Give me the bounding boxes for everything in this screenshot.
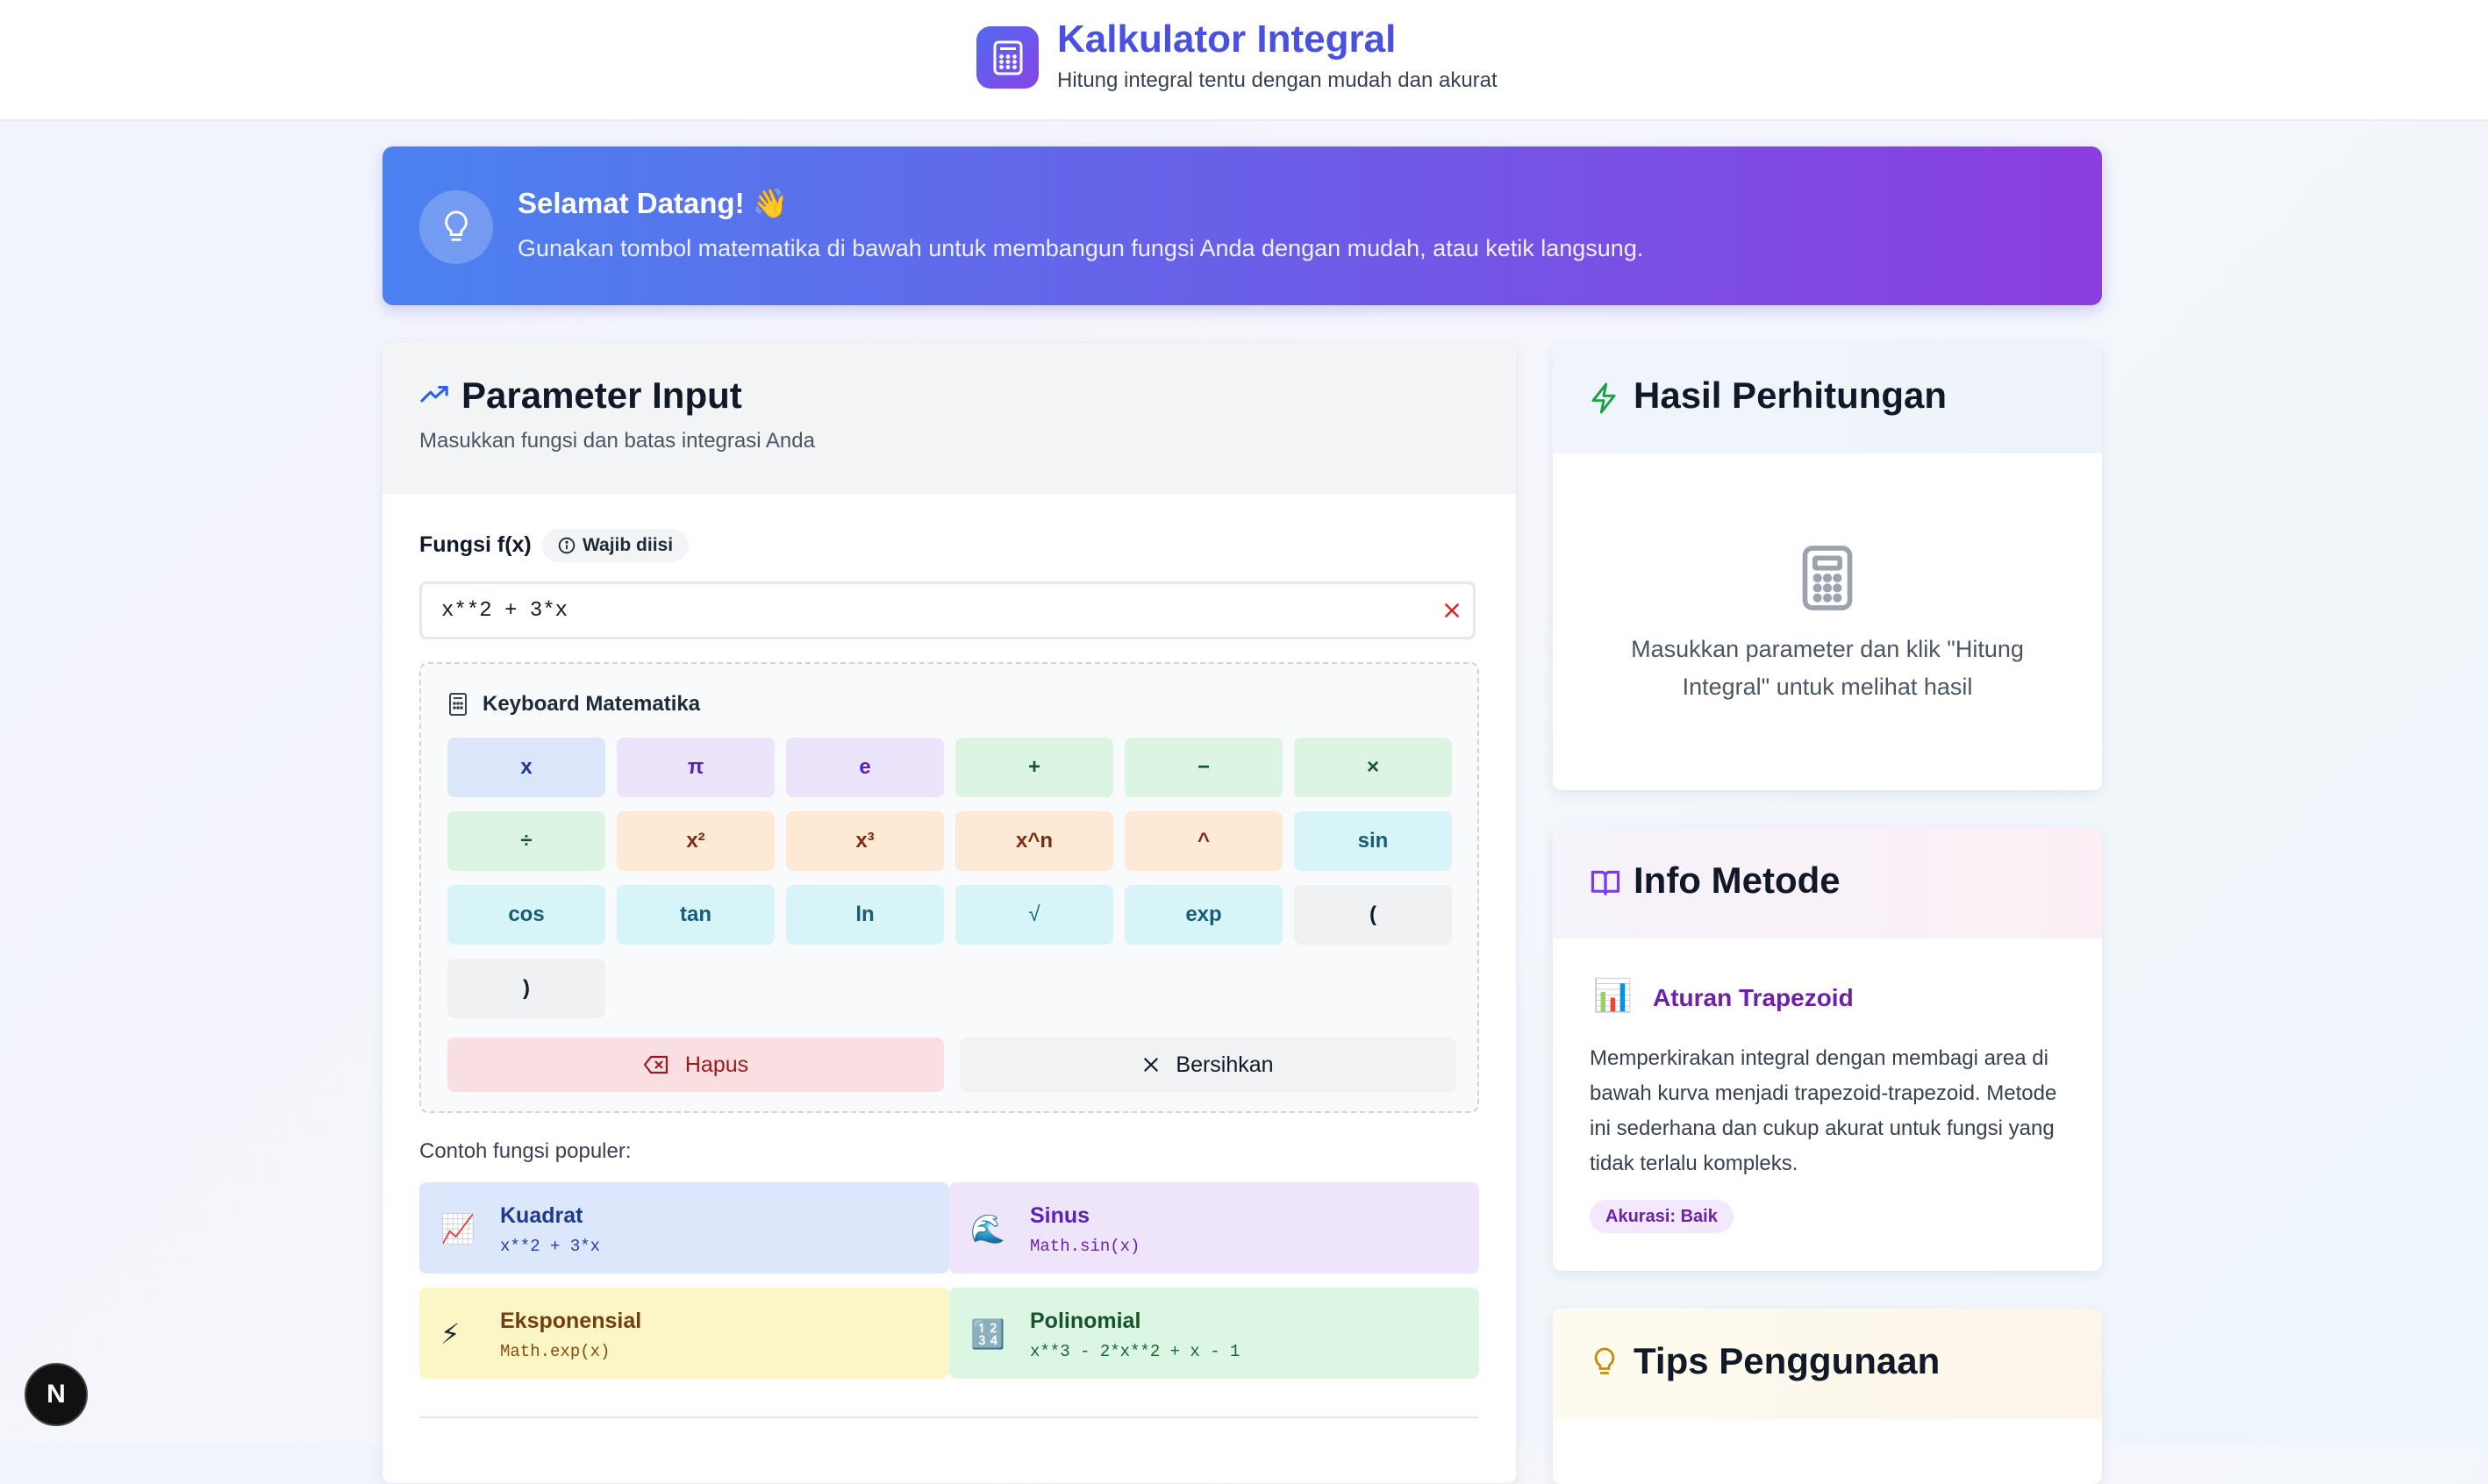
- key-x-power-n[interactable]: x^n: [955, 811, 1113, 871]
- banner-text: Gunakan tombol matematika di bawah untuk…: [518, 235, 1644, 261]
- required-badge-label: Wajib diisi: [583, 535, 674, 555]
- example-formula: x**3 - 2*x**2 + x - 1: [1030, 1342, 1240, 1361]
- backspace-icon: [643, 1055, 668, 1074]
- parameter-input-description: Masukkan fungsi dan batas integrasi Anda: [419, 429, 815, 453]
- app-title: Kalkulator Integral: [1057, 18, 1397, 61]
- key-sqrt[interactable]: √: [955, 885, 1113, 945]
- divider: [419, 1416, 1479, 1418]
- examples-label: Contoh fungsi populer:: [419, 1139, 632, 1163]
- key-multiply[interactable]: ×: [1294, 738, 1452, 797]
- calculator-icon: [447, 692, 468, 721]
- lightbulb-icon: [419, 190, 493, 264]
- key-plus[interactable]: +: [955, 738, 1113, 797]
- example-formula: Math.exp(x): [500, 1342, 611, 1361]
- key-pi[interactable]: π: [617, 738, 775, 797]
- dev-tools-badge[interactable]: N: [25, 1363, 88, 1426]
- banner-title: Selamat Datang! 👋: [518, 187, 789, 219]
- welcome-banner: Selamat Datang! 👋 Gunakan tombol matemat…: [382, 146, 2102, 305]
- parameter-input-card: Parameter Input Masukkan fungsi dan bata…: [382, 343, 1516, 1483]
- method-name: Aturan Trapezoid: [1653, 984, 1854, 1011]
- trending-up-icon: [419, 380, 449, 414]
- bar-chart-icon: 📊: [1593, 977, 1633, 1013]
- clear-button-label: Bersihkan: [1176, 1052, 1274, 1077]
- key-divide[interactable]: ÷: [447, 811, 605, 871]
- key-cos[interactable]: cos: [447, 885, 605, 945]
- result-header: Hasil Perhitungan: [1553, 343, 2102, 453]
- accuracy-badge: Akurasi: Baik: [1590, 1200, 1734, 1233]
- app-subtitle: Hitung integral tentu dengan mudah dan a…: [1057, 68, 1498, 92]
- lightning-icon: ⚡: [440, 1318, 461, 1350]
- parameter-input-header: Parameter Input Masukkan fungsi dan bata…: [382, 343, 1516, 494]
- example-formula: x**2 + 3*x: [500, 1237, 601, 1256]
- calculator-icon: [1798, 543, 1857, 617]
- calculator-icon: [976, 26, 1039, 89]
- result-placeholder: Masukkan parameter dan klik "Hitung Inte…: [1631, 636, 2024, 700]
- delete-button-label: Hapus: [684, 1052, 749, 1077]
- key-ln[interactable]: ln: [786, 885, 944, 945]
- required-badge: Wajib diisi: [542, 529, 690, 562]
- method-description: Memperkirakan integral dengan membagi ar…: [1590, 1046, 2057, 1175]
- example-name: Eksponensial: [500, 1309, 642, 1333]
- key-open-paren[interactable]: (: [1294, 885, 1452, 945]
- result-title: Hasil Perhitungan: [1634, 375, 1948, 416]
- math-keyboard: Keyboard Matematika x π e + − × ÷ x² x³ …: [419, 662, 1479, 1113]
- key-x[interactable]: x: [447, 738, 605, 797]
- clear-input-icon[interactable]: [1441, 599, 1463, 622]
- example-polinomial[interactable]: 🔢 Polinomial x**3 - 2*x**2 + x - 1: [949, 1288, 1479, 1379]
- tips-header: Tips Penggunaan: [1553, 1309, 2102, 1419]
- parameter-input-title: Parameter Input: [461, 375, 742, 416]
- function-label: Fungsi f(x): [419, 532, 532, 557]
- example-eksponensial[interactable]: ⚡ Eksponensial Math.exp(x): [419, 1288, 949, 1379]
- chart-increasing-icon: 📈: [440, 1213, 475, 1245]
- key-exp[interactable]: exp: [1125, 885, 1283, 945]
- example-name: Polinomial: [1030, 1309, 1141, 1333]
- key-x-squared[interactable]: x²: [617, 811, 775, 871]
- method-info-title: Info Metode: [1634, 860, 1841, 901]
- key-caret[interactable]: ^: [1125, 811, 1283, 871]
- wave-icon: 🌊: [970, 1213, 1005, 1245]
- example-formula: Math.sin(x): [1030, 1237, 1140, 1256]
- function-input[interactable]: [419, 581, 1476, 639]
- close-icon: [1144, 1058, 1159, 1072]
- clear-button[interactable]: Bersihkan: [960, 1038, 1456, 1092]
- key-close-paren[interactable]: ): [447, 959, 605, 1018]
- keyboard-title: Keyboard Matematika: [483, 692, 701, 716]
- example-sinus[interactable]: 🌊 Sinus Math.sin(x): [949, 1182, 1479, 1274]
- key-x-cubed[interactable]: x³: [786, 811, 944, 871]
- key-sin[interactable]: sin: [1294, 811, 1452, 871]
- delete-button[interactable]: Hapus: [447, 1038, 944, 1092]
- book-open-icon: [1590, 868, 1621, 901]
- zap-icon: [1590, 382, 1618, 419]
- method-info-card: Info Metode 📊 Aturan Trapezoid Memperkir…: [1553, 828, 2102, 1271]
- example-name: Sinus: [1030, 1203, 1090, 1228]
- lightbulb-icon: [1591, 1345, 1618, 1383]
- example-name: Kuadrat: [500, 1203, 583, 1228]
- info-icon: [558, 537, 576, 554]
- key-tan[interactable]: tan: [617, 885, 775, 945]
- key-e[interactable]: e: [786, 738, 944, 797]
- example-kuadrat[interactable]: 📈 Kuadrat x**2 + 3*x: [419, 1182, 949, 1274]
- tips-card: Tips Penggunaan: [1553, 1309, 2102, 1484]
- key-minus[interactable]: −: [1125, 738, 1283, 797]
- app-header: Kalkulator Integral Hitung integral tent…: [0, 0, 2488, 121]
- numbers-icon: 🔢: [970, 1318, 1005, 1350]
- result-card: Hasil Perhitungan Masukkan parameter dan…: [1553, 343, 2102, 790]
- method-info-header: Info Metode: [1553, 828, 2102, 938]
- tips-title: Tips Penggunaan: [1634, 1340, 1941, 1381]
